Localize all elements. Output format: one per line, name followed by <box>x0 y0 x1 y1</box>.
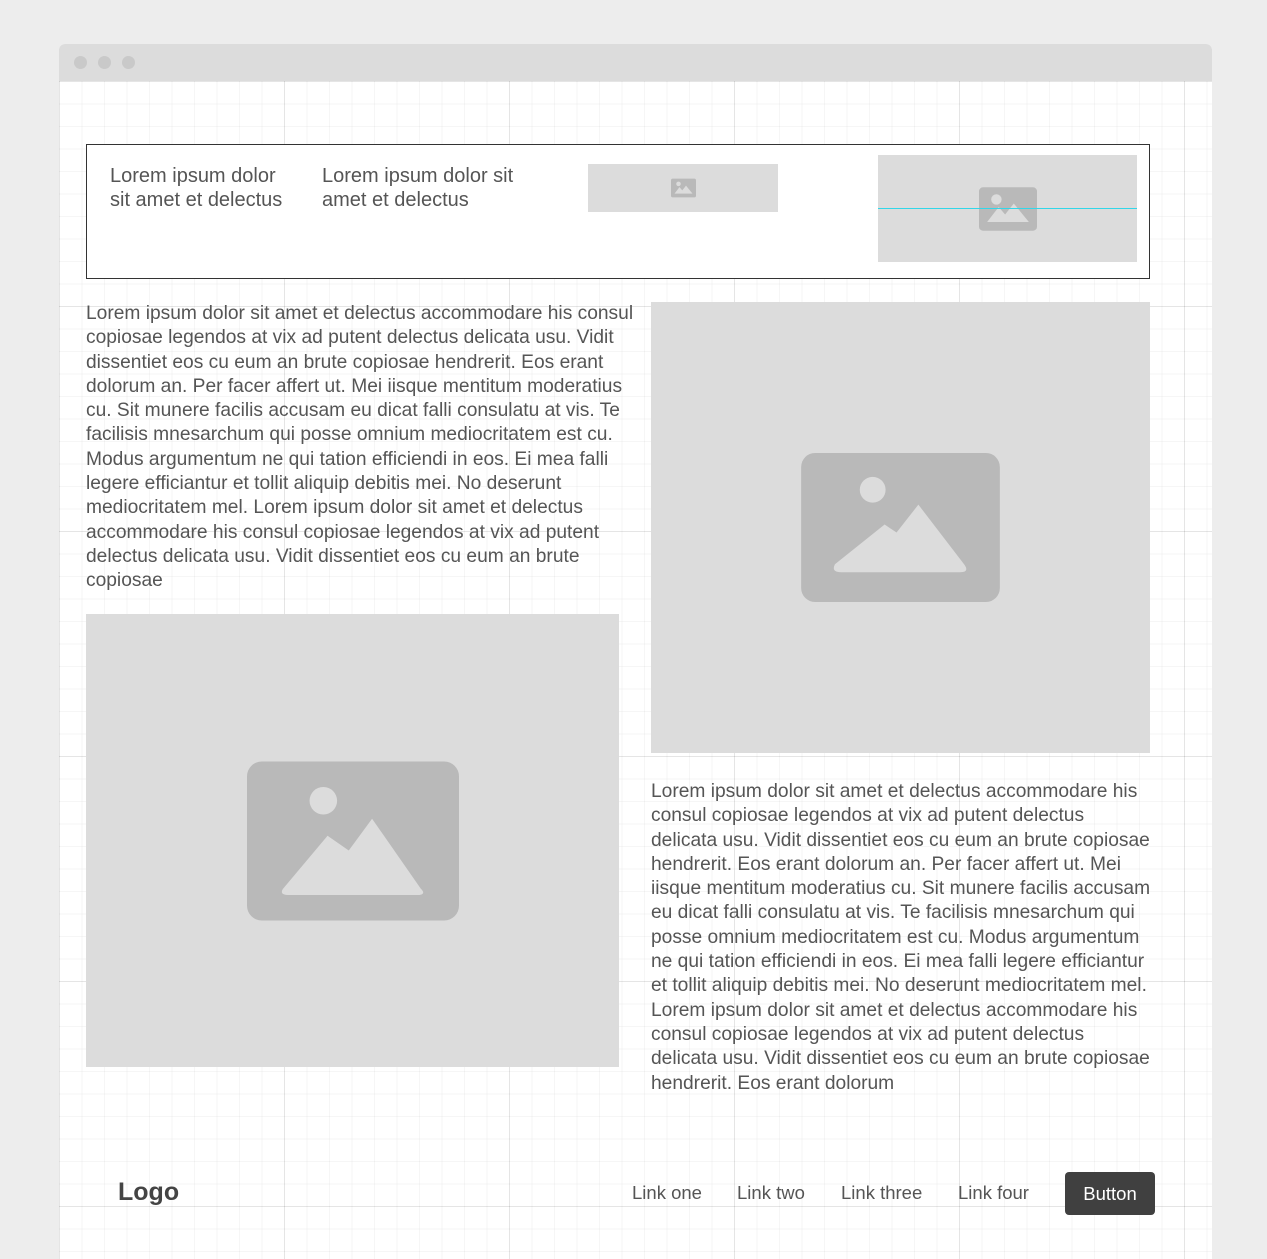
header-text-two: Lorem ipsum dolor sit amet et delectus <box>322 165 514 211</box>
header-text-one: Lorem ipsum dolor sit amet et delectus <box>110 165 283 211</box>
image-icon <box>246 761 459 920</box>
close-window-dot[interactable] <box>74 56 87 69</box>
section-two-paragraph: Lorem ipsum dolor sit amet et delectus a… <box>651 781 1151 1094</box>
header-image-small <box>588 164 778 212</box>
nav-link-three[interactable]: Link three <box>841 1182 922 1204</box>
maximize-window-dot[interactable] <box>122 56 135 69</box>
section-one-image <box>651 302 1150 753</box>
nav-link-four[interactable]: Link four <box>958 1182 1029 1204</box>
wireframe-canvas: Lorem ipsum dolor sit amet et delectus L… <box>59 81 1212 1259</box>
alignment-guide-line <box>878 208 1137 209</box>
browser-window: Lorem ipsum dolor sit amet et delectus L… <box>59 44 1212 1259</box>
minimize-window-dot[interactable] <box>98 56 111 69</box>
section-one-paragraph: Lorem ipsum dolor sit amet et delectus a… <box>86 303 634 592</box>
image-icon <box>801 453 1000 602</box>
window-titlebar <box>59 44 1212 81</box>
logo[interactable]: Logo <box>118 1178 179 1207</box>
cta-button[interactable]: Button <box>1065 1172 1155 1215</box>
section-two-image <box>86 614 619 1067</box>
image-icon <box>670 178 696 198</box>
nav-link-one[interactable]: Link one <box>632 1182 702 1204</box>
nav-link-two[interactable]: Link two <box>737 1182 805 1204</box>
